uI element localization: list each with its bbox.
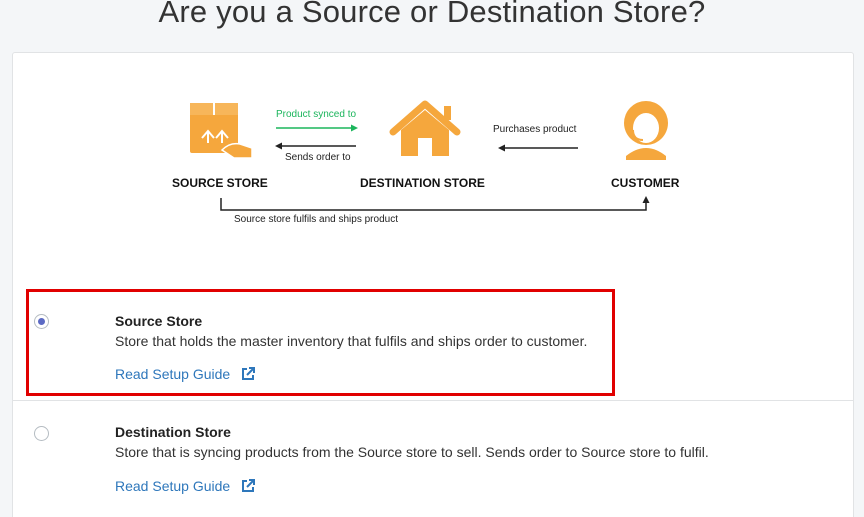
synced-arrow xyxy=(276,124,358,132)
source-store-title: Source Store xyxy=(115,313,203,329)
sends-arrow xyxy=(275,142,356,150)
fulfils-label: Source store fulfils and ships product xyxy=(234,214,398,225)
customer-icon xyxy=(624,101,668,160)
source-store-guide-link[interactable]: Read Setup Guide xyxy=(115,366,256,382)
external-link-icon xyxy=(242,479,256,492)
purchases-arrow xyxy=(498,144,578,152)
source-store-description: Store that holds the master inventory th… xyxy=(115,333,588,349)
diagram-graphics xyxy=(190,100,668,211)
purchases-label: Purchases product xyxy=(493,124,577,135)
fulfils-arrow xyxy=(220,196,650,211)
source-store-radio[interactable] xyxy=(34,314,49,329)
synced-label: Product synced to xyxy=(276,109,357,120)
box-icon xyxy=(190,103,253,159)
option-source-store[interactable]: Source Store Store that holds the master… xyxy=(13,290,853,400)
external-link-icon xyxy=(242,367,256,380)
option-destination-store[interactable]: Destination Store Store that is syncing … xyxy=(13,400,853,517)
source-store-guide-label: Read Setup Guide xyxy=(115,366,231,382)
source-store-label: SOURCE STORE xyxy=(172,176,268,190)
destination-store-radio[interactable] xyxy=(34,426,49,441)
sends-label: Sends order to xyxy=(285,152,351,163)
destination-store-label: DESTINATION STORE xyxy=(360,176,485,190)
destination-store-guide-label: Read Setup Guide xyxy=(115,478,231,494)
customer-label: CUSTOMER xyxy=(611,176,680,190)
store-flow-diagram: Product synced to Sends order to Purchas… xyxy=(0,0,864,250)
destination-store-guide-link[interactable]: Read Setup Guide xyxy=(115,478,256,494)
house-icon xyxy=(389,100,461,156)
destination-store-title: Destination Store xyxy=(115,424,231,440)
destination-store-description: Store that is syncing products from the … xyxy=(115,444,709,460)
